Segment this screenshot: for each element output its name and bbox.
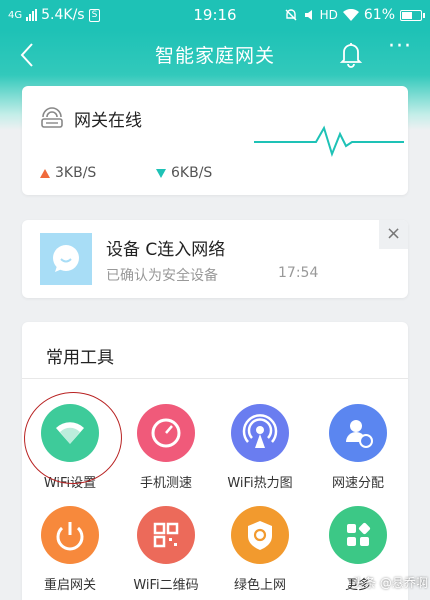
qr-code-icon	[153, 522, 179, 548]
tool-green-internet[interactable]: 绿色上网	[215, 506, 305, 593]
wifi-status-icon	[342, 9, 359, 21]
tool-icon-bg	[231, 404, 289, 462]
upload-speed: 3KB/S	[40, 165, 96, 181]
mute-icon	[304, 10, 312, 20]
notification-button[interactable]	[336, 39, 366, 69]
status-bar: 4G 5.4K/s S 19:16 HD 61%	[0, 0, 430, 30]
tool-wifi-heatmap[interactable]: WiFi热力图	[215, 404, 305, 491]
upload-speed-value: 3KB/S	[55, 165, 97, 181]
tool-speed-test[interactable]: 手机测速	[121, 404, 211, 491]
shield-icon	[248, 521, 272, 550]
tool-label: 绿色上网	[233, 578, 286, 593]
mute-alarm-icon	[285, 9, 297, 21]
hd-badge: HD	[319, 8, 338, 22]
speedometer-icon	[151, 418, 181, 448]
watermark-logo-icon	[335, 575, 349, 590]
battery-fill	[402, 11, 413, 19]
download-speed: 6KB/S	[156, 165, 212, 181]
tool-wifi-qrcode[interactable]: WiFi二维码	[121, 506, 211, 593]
battery-percent: 61%	[363, 7, 395, 23]
router-icon	[41, 107, 63, 128]
notice-title: 设备 C连入网络	[106, 240, 226, 260]
traffic-wave-icon	[254, 125, 404, 158]
bell-icon	[339, 43, 363, 68]
power-icon	[56, 522, 84, 551]
notice-time: 17:54	[278, 265, 319, 281]
grid-icon	[347, 522, 371, 546]
tool-label: 重启网关	[43, 578, 96, 593]
tool-label: WiFi热力图	[227, 476, 293, 491]
chat-bubble-icon	[53, 245, 79, 272]
notice-subtitle: 已确认为安全设备	[106, 268, 218, 284]
user-allocate-icon	[346, 420, 373, 448]
signal-tower-icon	[242, 414, 278, 448]
close-notice-button[interactable]: ×	[379, 220, 408, 249]
tool-icon-bg	[41, 506, 99, 564]
more-menu-button[interactable]: ···	[382, 36, 418, 69]
download-arrow-icon	[156, 168, 166, 178]
battery-icon	[400, 9, 425, 21]
tool-icon-bg	[137, 404, 195, 462]
tool-icon-bg	[329, 404, 387, 462]
device-notice-icon	[40, 233, 92, 285]
watermark: 头条 @悬乔啊	[335, 574, 428, 591]
tool-icon-bg	[137, 506, 195, 564]
status-right: HD 61%	[284, 7, 425, 23]
tool-label: 网速分配	[331, 476, 384, 491]
gateway-status-text: 网关在线	[74, 111, 142, 131]
watermark-text: 头条 @悬乔啊	[352, 576, 428, 590]
tool-label: WiFi二维码	[133, 578, 199, 593]
tool-speed-allocation[interactable]: 网速分配	[313, 404, 403, 491]
device-notice-card[interactable]: 设备 C连入网络 已确认为安全设备 17:54 ×	[22, 220, 408, 298]
tool-label: 手机测速	[139, 476, 192, 491]
download-speed-value: 6KB/S	[171, 165, 213, 181]
upload-arrow-icon	[40, 168, 50, 178]
gateway-status-card[interactable]: 网关在线 3KB/S 6KB/S	[22, 86, 408, 195]
tool-restart-gateway[interactable]: 重启网关	[25, 506, 115, 593]
tool-icon-bg	[329, 506, 387, 564]
tools-heading: 常用工具	[46, 348, 114, 368]
tool-icon-bg	[231, 506, 289, 564]
divider	[22, 378, 408, 379]
